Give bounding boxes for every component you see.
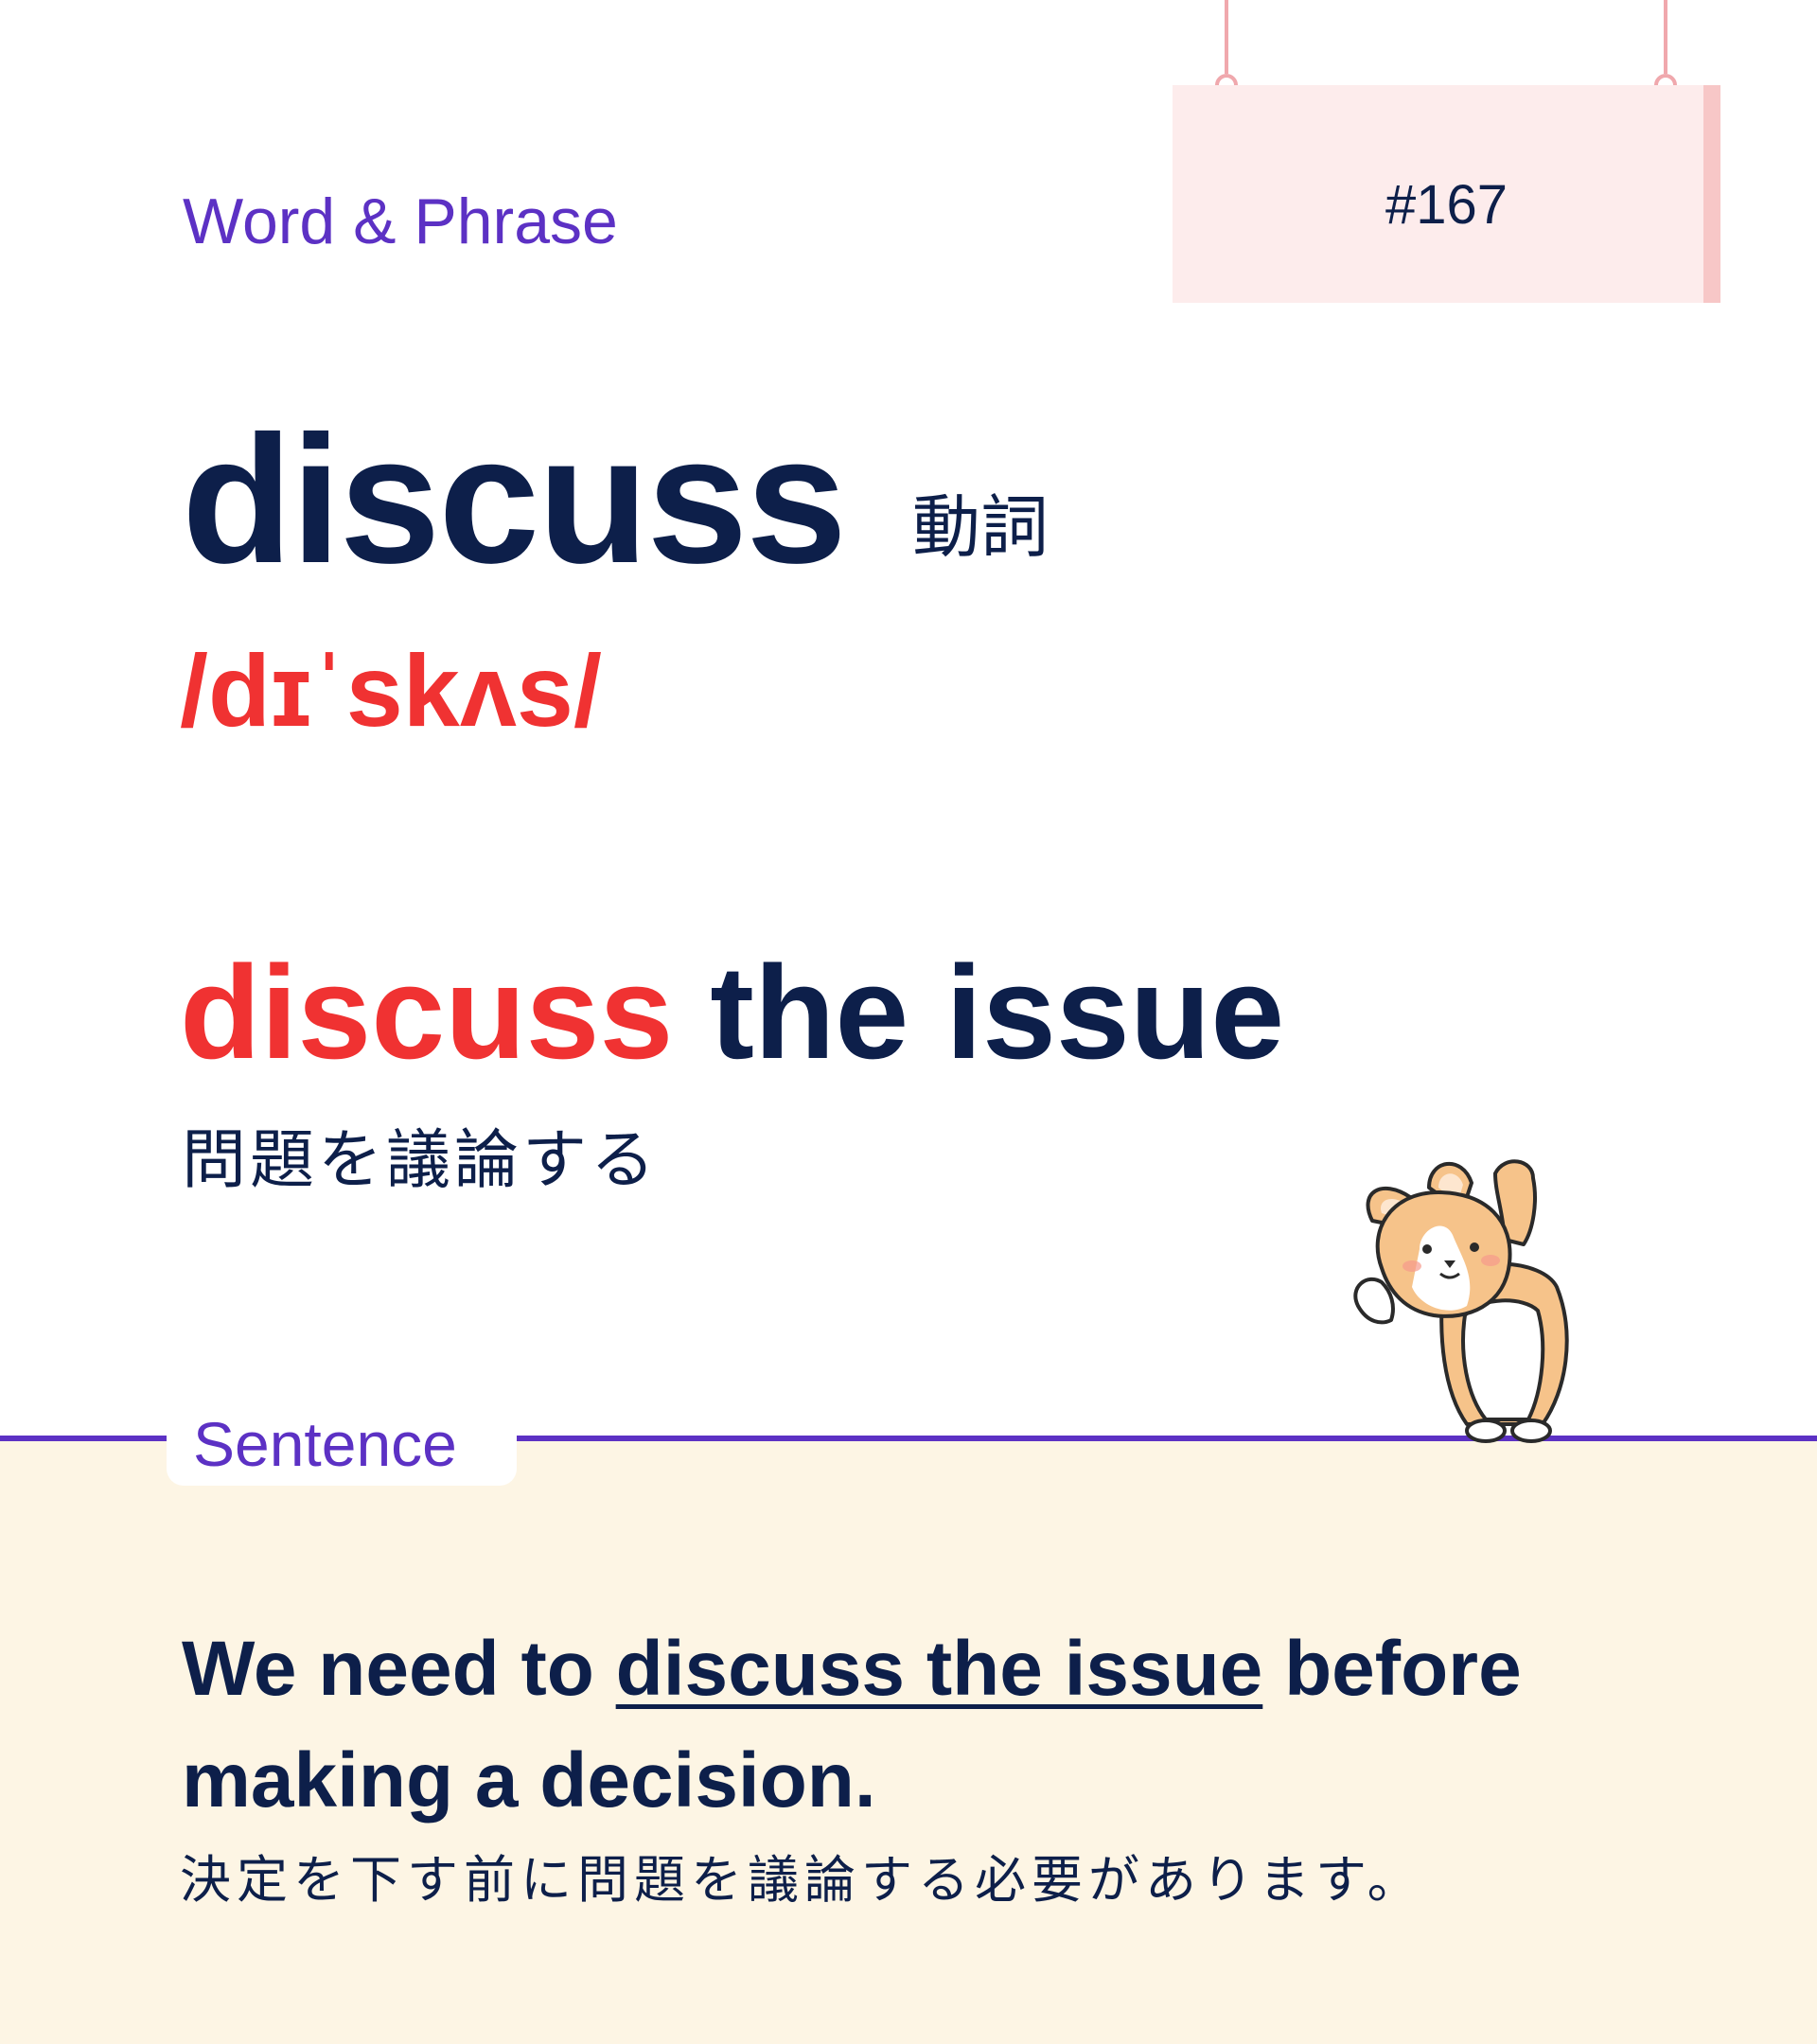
sentence-underlined: discuss the issue (615, 1626, 1263, 1712)
phrase-highlight: discuss (180, 938, 674, 1086)
corgi-mascot-icon (1353, 1159, 1569, 1443)
sentence-before: We need to (182, 1626, 616, 1712)
sentence-label: Sentence (193, 1409, 457, 1479)
example-sentence: We need to discuss the issue before maki… (182, 1613, 1743, 1837)
phrase-rest: the issue (673, 938, 1285, 1086)
pronunciation: /dɪˈskʌs/ (180, 633, 602, 748)
headword: discuss (182, 397, 847, 601)
category-label: Word & Phrase (183, 185, 618, 257)
sentence-translation: 決定を下す前に問題を議論する必要があります。 (180, 1852, 1424, 1909)
phrase-translation: 問題を議論する (182, 1124, 660, 1196)
card-number: #167 (1385, 174, 1508, 236)
phrase: discuss the issue (180, 946, 1284, 1079)
part-of-speech: 動詞 (912, 490, 1050, 566)
